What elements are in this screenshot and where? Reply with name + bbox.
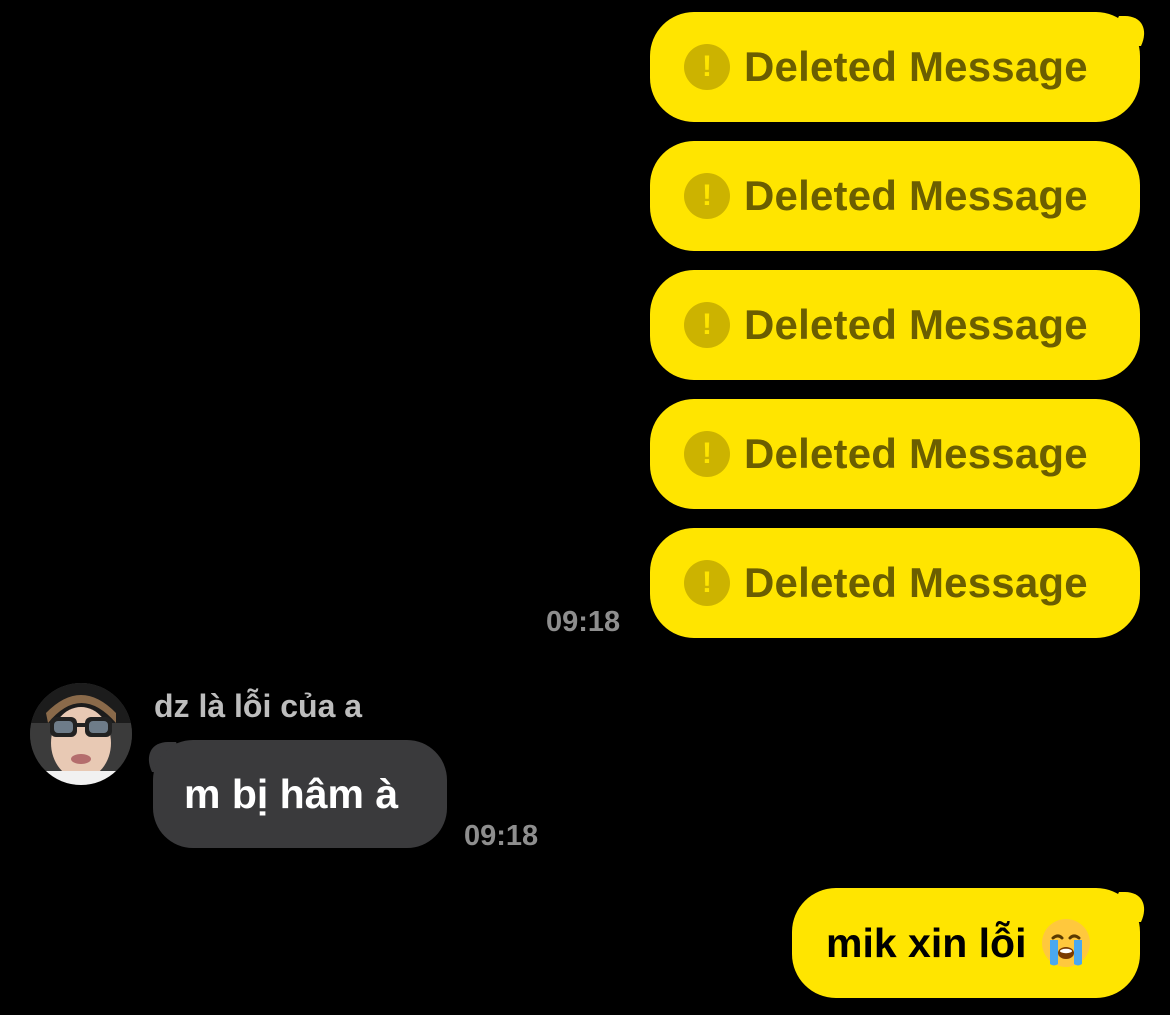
deleted-message-label: Deleted Message [744,43,1088,90]
deleted-message-bubble[interactable]: ! Deleted Message [650,141,1140,251]
deleted-message-bubble[interactable]: ! Deleted Message [650,528,1140,638]
deleted-message-label: Deleted Message [744,301,1088,348]
deleted-message-label: Deleted Message [744,430,1088,477]
loudly-crying-face-icon [1041,918,1091,968]
deleted-message-label: Deleted Message [744,559,1088,606]
incoming-message-bubble[interactable]: m bị hâm à [153,740,447,848]
exclamation-circle-icon: ! [684,302,730,348]
chat-view: ! Deleted Message ! Deleted Message ! De… [0,0,1170,1015]
exclamation-circle-icon: ! [684,44,730,90]
incoming-message-text: m bị hâm à [184,770,399,817]
deleted-message-bubble[interactable]: ! Deleted Message [650,12,1140,122]
deleted-message-bubble[interactable]: ! Deleted Message [650,399,1140,509]
message-timestamp: 09:18 [546,606,621,638]
deleted-message-label: Deleted Message [744,172,1088,219]
outgoing-message-bubble[interactable]: mik xin lỗi [792,888,1140,998]
sender-name: dz là lỗi của a [154,688,363,724]
exclamation-circle-icon: ! [684,173,730,219]
exclamation-circle-icon: ! [684,431,730,477]
message-timestamp: 09:18 [464,820,539,852]
outgoing-message-text: mik xin lỗi [826,919,1027,966]
avatar[interactable] [30,683,132,785]
deleted-message-bubble[interactable]: ! Deleted Message [650,270,1140,380]
exclamation-circle-icon: ! [684,560,730,606]
